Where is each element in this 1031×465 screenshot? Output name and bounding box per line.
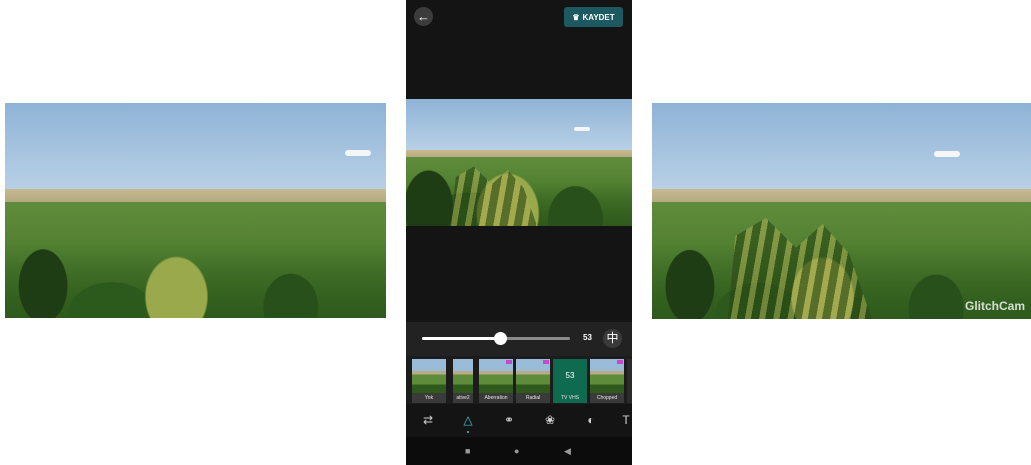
save-label: KAYDET	[582, 12, 615, 22]
filter-label: Aberration	[479, 393, 513, 403]
nav-back-icon[interactable]: ◀	[564, 445, 571, 457]
arrow-left-icon: ←	[417, 9, 430, 24]
sky	[652, 103, 1031, 199]
filter-preview	[590, 359, 624, 393]
watermark: GlitchCam	[964, 299, 1025, 313]
sky	[5, 103, 386, 198]
slider-value: 53	[583, 333, 592, 342]
system-nav-bar: ■ ● ◀	[406, 437, 632, 465]
nav-recent-icon[interactable]: ■	[465, 445, 470, 457]
effects-icon[interactable]: △	[460, 412, 476, 428]
filter-value: 53	[565, 371, 575, 380]
adjust-icon[interactable]: ⇄	[420, 412, 436, 428]
intensity-slider-row: 53 中	[406, 322, 632, 356]
preview-image	[406, 99, 632, 226]
filter-label: TV VHS	[553, 393, 587, 403]
filter-preview	[479, 359, 513, 393]
slider-fill	[422, 337, 501, 340]
crown-icon: ♛	[572, 12, 580, 22]
filter-thumb-partial[interactable]	[627, 359, 632, 403]
compare-button[interactable]: 中	[603, 329, 622, 348]
cloud	[574, 126, 590, 131]
pro-badge-icon	[617, 360, 623, 364]
trees	[5, 210, 386, 318]
original-photo	[5, 103, 386, 318]
pro-badge-icon	[543, 360, 549, 364]
pro-badge-icon	[506, 360, 512, 364]
glitch-icon[interactable]: ❀	[542, 412, 558, 428]
filter-strip: Yok ative2 Aberration Radial 53 TV VHS C…	[406, 356, 632, 404]
color-filter-icon[interactable]: ⚭	[501, 412, 517, 428]
slider-handle[interactable]	[494, 332, 508, 345]
sky	[406, 99, 632, 155]
cloud	[934, 150, 960, 157]
filter-label: ative2	[453, 393, 473, 403]
filter-thumb-aberration[interactable]: Aberration	[479, 359, 513, 403]
cloud	[345, 150, 371, 157]
edited-photo: GlitchCam	[652, 103, 1031, 319]
filter-thumb-ative2[interactable]: ative2	[453, 359, 473, 403]
filter-label: Yok	[412, 393, 446, 403]
phone-screen: ← ♛ KAYDET 53 中 Yok ative2 Aberration Ra…	[406, 0, 632, 465]
filter-thumb-tv-vhs[interactable]: 53 TV VHS	[553, 359, 587, 403]
filter-preview	[453, 359, 473, 393]
nav-home-icon[interactable]: ●	[514, 445, 519, 457]
back-button[interactable]: ←	[414, 7, 433, 26]
active-indicator	[467, 431, 469, 433]
tool-bar: ⇄ △ ⚭ ❀ ◐ T	[406, 404, 632, 437]
filter-thumb-radial[interactable]: Radial	[516, 359, 550, 403]
compare-icon: 中	[606, 331, 619, 345]
filter-preview	[412, 359, 446, 393]
filter-thumb-chopped[interactable]: Chopped	[590, 359, 624, 403]
filter-preview	[516, 359, 550, 393]
texture-icon[interactable]: ◐	[583, 412, 599, 428]
filter-label: Chopped	[590, 393, 624, 403]
save-button[interactable]: ♛ KAYDET	[564, 7, 623, 27]
filter-label: Radial	[516, 393, 550, 403]
text-icon[interactable]: T	[620, 412, 632, 428]
filter-thumb-yok[interactable]: Yok	[412, 359, 446, 403]
